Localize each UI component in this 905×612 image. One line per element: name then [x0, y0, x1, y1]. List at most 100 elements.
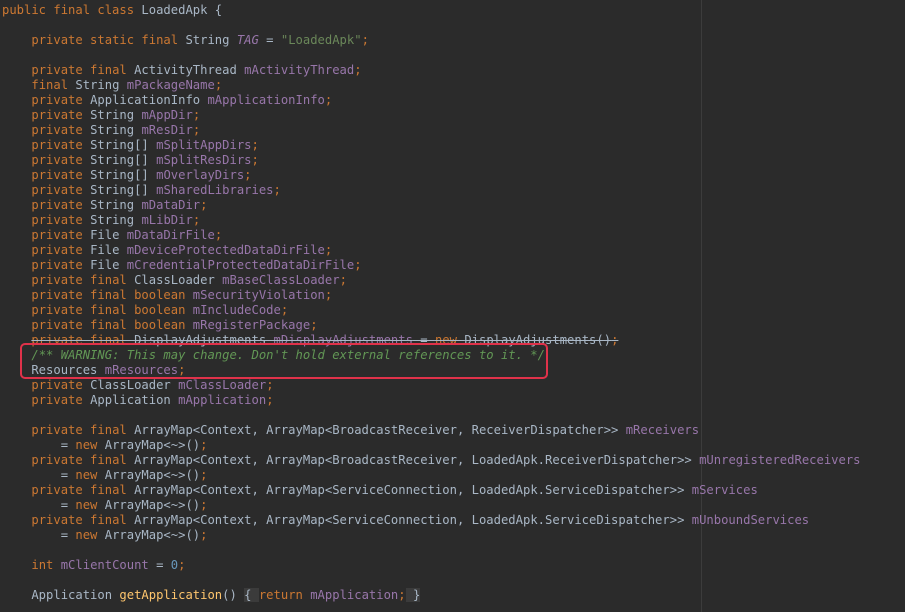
code-line[interactable]: private String mAppDir;: [2, 108, 861, 123]
code-token: =: [148, 558, 171, 572]
code-line[interactable]: private String[] mSharedLibraries;: [2, 183, 861, 198]
code-line[interactable]: private File mDataDirFile;: [2, 228, 861, 243]
code-token: mSplitAppDirs: [156, 138, 252, 152]
code-token: private final: [31, 333, 135, 347]
code-token: ArrayMap<Context, ArrayMap<ServiceConnec…: [134, 483, 692, 497]
code-line[interactable]: private String[] mOverlayDirs;: [2, 168, 861, 183]
code-token: private final: [31, 423, 135, 437]
code-token: Resources: [2, 363, 105, 377]
code-token: File: [90, 243, 127, 257]
code-line[interactable]: private Application mApplication;: [2, 393, 861, 408]
code-token: ClassLoader: [134, 273, 223, 287]
code-line[interactable]: private final DisplayAdjustments mDispla…: [2, 333, 861, 348]
code-token: ;: [266, 378, 274, 392]
code-line[interactable]: private String[] mSplitResDirs;: [2, 153, 861, 168]
code-token: ;: [611, 333, 619, 347]
code-line[interactable]: int mClientCount = 0;: [2, 558, 861, 573]
code-token: mResources: [104, 363, 179, 377]
code-token: private: [31, 243, 91, 257]
code-token: String[]: [90, 183, 157, 197]
code-editor[interactable]: public final class LoadedApk { private s…: [0, 0, 905, 612]
code-line[interactable]: private String mLibDir;: [2, 213, 861, 228]
code-line[interactable]: private final boolean mRegisterPackage;: [2, 318, 861, 333]
code-token: mDeviceProtectedDataDirFile: [126, 243, 325, 257]
code-token: ;: [339, 273, 347, 287]
code-line[interactable]: /** WARNING: This may change. Don't hold…: [2, 348, 861, 363]
code-line[interactable]: [2, 543, 861, 558]
code-token: Application: [2, 588, 120, 602]
code-lines[interactable]: public final class LoadedApk { private s…: [2, 3, 861, 603]
code-token: mApplication: [178, 393, 267, 407]
code-line[interactable]: private String mResDir;: [2, 123, 861, 138]
code-line[interactable]: public final class LoadedApk {: [2, 3, 861, 18]
code-token: File: [90, 258, 127, 272]
code-token: public final class: [2, 3, 142, 17]
code-line[interactable]: = new ArrayMap<~>();: [2, 468, 861, 483]
code-line[interactable]: private String[] mSplitAppDirs;: [2, 138, 861, 153]
code-line[interactable]: = new ArrayMap<~>();: [2, 438, 861, 453]
code-token: mApplicationInfo: [207, 93, 325, 107]
code-token: mResDir: [141, 123, 193, 137]
code-line[interactable]: private final ClassLoader mBaseClassLoad…: [2, 273, 861, 288]
code-line[interactable]: private String mDataDir;: [2, 198, 861, 213]
code-line[interactable]: private final ArrayMap<Context, ArrayMap…: [2, 423, 861, 438]
code-line[interactable]: private ApplicationInfo mApplicationInfo…: [2, 93, 861, 108]
code-line[interactable]: private final boolean mSecurityViolation…: [2, 288, 861, 303]
code-token: new: [75, 438, 105, 452]
code-token: ;: [251, 153, 259, 167]
code-token: new: [75, 498, 105, 512]
code-token: ;: [310, 318, 318, 332]
code-token: File: [90, 228, 127, 242]
code-line[interactable]: final String mPackageName;: [2, 78, 861, 93]
code-token: private: [31, 93, 91, 107]
code-line[interactable]: private final ArrayMap<Context, ArrayMap…: [2, 453, 860, 468]
code-token: mDataDirFile: [126, 228, 215, 242]
code-token: }: [405, 588, 421, 602]
code-token: =: [2, 528, 76, 542]
code-token: ;: [214, 228, 223, 242]
code-line[interactable]: private static final String TAG = "Loade…: [2, 33, 861, 48]
code-token: private final boolean: [31, 288, 193, 302]
code-line[interactable]: private File mDeviceProtectedDataDirFile…: [2, 243, 861, 258]
code-token: private final boolean: [31, 303, 193, 317]
code-line[interactable]: private final ArrayMap<Context, ArrayMap…: [2, 483, 861, 498]
code-token: mApplication: [310, 588, 399, 602]
code-line[interactable]: private final boolean mIncludeCode;: [2, 303, 861, 318]
code-token: mSharedLibraries: [156, 183, 274, 197]
code-token: DisplayAdjustments(): [464, 333, 612, 347]
code-line[interactable]: = new ArrayMap<~>();: [2, 498, 861, 513]
code-token: mPackageName: [126, 78, 215, 92]
code-token: ;: [354, 63, 362, 77]
code-line[interactable]: Resources mResources;: [2, 363, 861, 378]
code-line[interactable]: private final ActivityThread mActivityTh…: [2, 63, 861, 78]
code-token: ArrayMap<~>(): [104, 528, 201, 542]
code-token: private static final: [31, 33, 186, 47]
code-token: private: [31, 258, 91, 272]
code-token: int: [31, 558, 61, 572]
code-token: new: [75, 528, 105, 542]
code-line[interactable]: private final ArrayMap<Context, ArrayMap…: [2, 513, 861, 528]
code-line[interactable]: [2, 48, 861, 63]
code-token: ;: [398, 588, 406, 602]
code-token: /** WARNING: This may change. Don't hold…: [31, 348, 545, 362]
code-token: ;: [354, 258, 362, 272]
code-token: LoadedApk {: [141, 3, 223, 17]
code-line[interactable]: [2, 573, 861, 588]
code-line[interactable]: [2, 408, 861, 423]
code-token: ;: [214, 78, 223, 92]
code-line[interactable]: [2, 18, 861, 33]
code-line[interactable]: Application getApplication() { return mA…: [2, 588, 861, 603]
code-line[interactable]: private File mCredentialProtectedDataDir…: [2, 258, 861, 273]
code-line[interactable]: = new ArrayMap<~>();: [2, 528, 861, 543]
code-token: ;: [324, 93, 333, 107]
code-line[interactable]: private ClassLoader mClassLoader;: [2, 378, 861, 393]
